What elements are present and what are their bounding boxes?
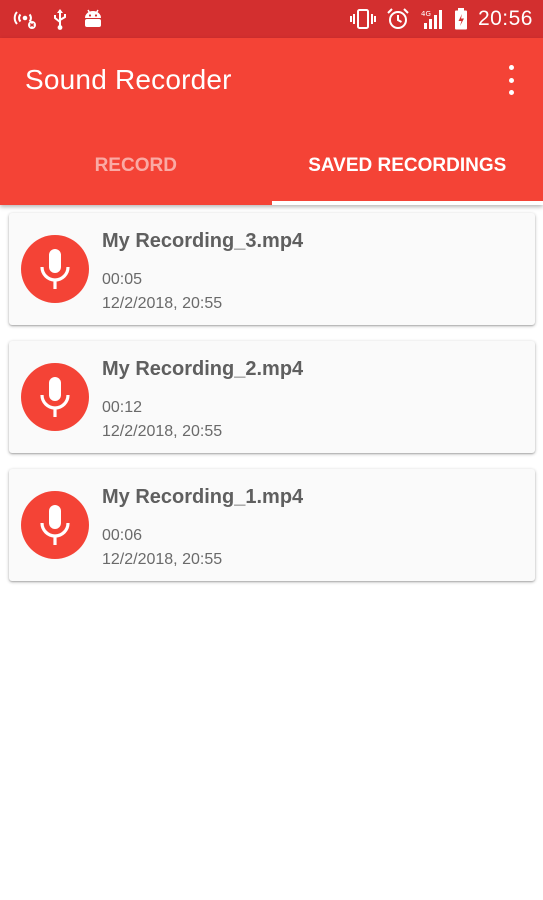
android-debug-icon bbox=[82, 8, 104, 30]
recording-date: 12/2/2018, 20:55 bbox=[102, 423, 223, 440]
tab-bar: RECORD SAVED RECORDINGS bbox=[0, 126, 543, 205]
recording-name: My Recording_2.mp4 bbox=[102, 358, 304, 380]
recording-length: 00:05 bbox=[102, 271, 143, 288]
status-bar-left bbox=[12, 8, 104, 30]
app-title: Sound Recorder bbox=[25, 64, 232, 95]
recording-card[interactable]: My Recording_2.mp4 00:12 12/2/2018, 20:5… bbox=[9, 341, 535, 453]
svg-text:4G: 4G bbox=[421, 10, 431, 18]
wireless-hotspot-icon bbox=[12, 8, 38, 30]
recording-name: My Recording_3.mp4 bbox=[102, 230, 304, 252]
recording-card[interactable]: My Recording_3.mp4 00:05 12/2/2018, 20:5… bbox=[9, 213, 535, 325]
recording-length: 00:06 bbox=[102, 527, 143, 544]
signal-4g-icon: 4G bbox=[420, 8, 444, 30]
recording-name: My Recording_1.mp4 bbox=[102, 486, 304, 508]
status-time: 20:56 bbox=[477, 7, 533, 30]
overflow-dot bbox=[508, 77, 514, 83]
tab-saved-recordings-label: SAVED RECORDINGS bbox=[308, 154, 507, 176]
recording-date: 12/2/2018, 20:55 bbox=[102, 295, 223, 312]
battery-charging-icon bbox=[454, 8, 468, 30]
recording-card[interactable]: My Recording_1.mp4 00:06 12/2/2018, 20:5… bbox=[9, 469, 535, 581]
usb-icon bbox=[52, 8, 68, 30]
tab-indicator bbox=[271, 201, 543, 205]
tab-record-label: RECORD bbox=[94, 154, 177, 176]
microphone-icon bbox=[21, 491, 89, 559]
status-bar-right: 4G 20:56 bbox=[349, 7, 533, 31]
recording-length: 00:12 bbox=[102, 399, 143, 416]
overflow-dot bbox=[508, 90, 514, 95]
alarm-icon bbox=[386, 7, 410, 31]
tab-record[interactable]: RECORD bbox=[0, 126, 272, 205]
overflow-dot bbox=[508, 65, 514, 70]
status-bar: 4G 20:56 bbox=[0, 0, 543, 38]
vibrate-icon bbox=[349, 8, 376, 30]
microphone-icon bbox=[21, 235, 89, 303]
recording-date: 12/2/2018, 20:55 bbox=[102, 551, 223, 568]
microphone-icon bbox=[21, 363, 89, 431]
more-vert-icon[interactable] bbox=[499, 65, 523, 95]
app-bar: Sound Recorder RECORD SAVED RECORDINGS bbox=[0, 38, 543, 205]
tab-saved-recordings[interactable]: SAVED RECORDINGS bbox=[271, 126, 543, 205]
